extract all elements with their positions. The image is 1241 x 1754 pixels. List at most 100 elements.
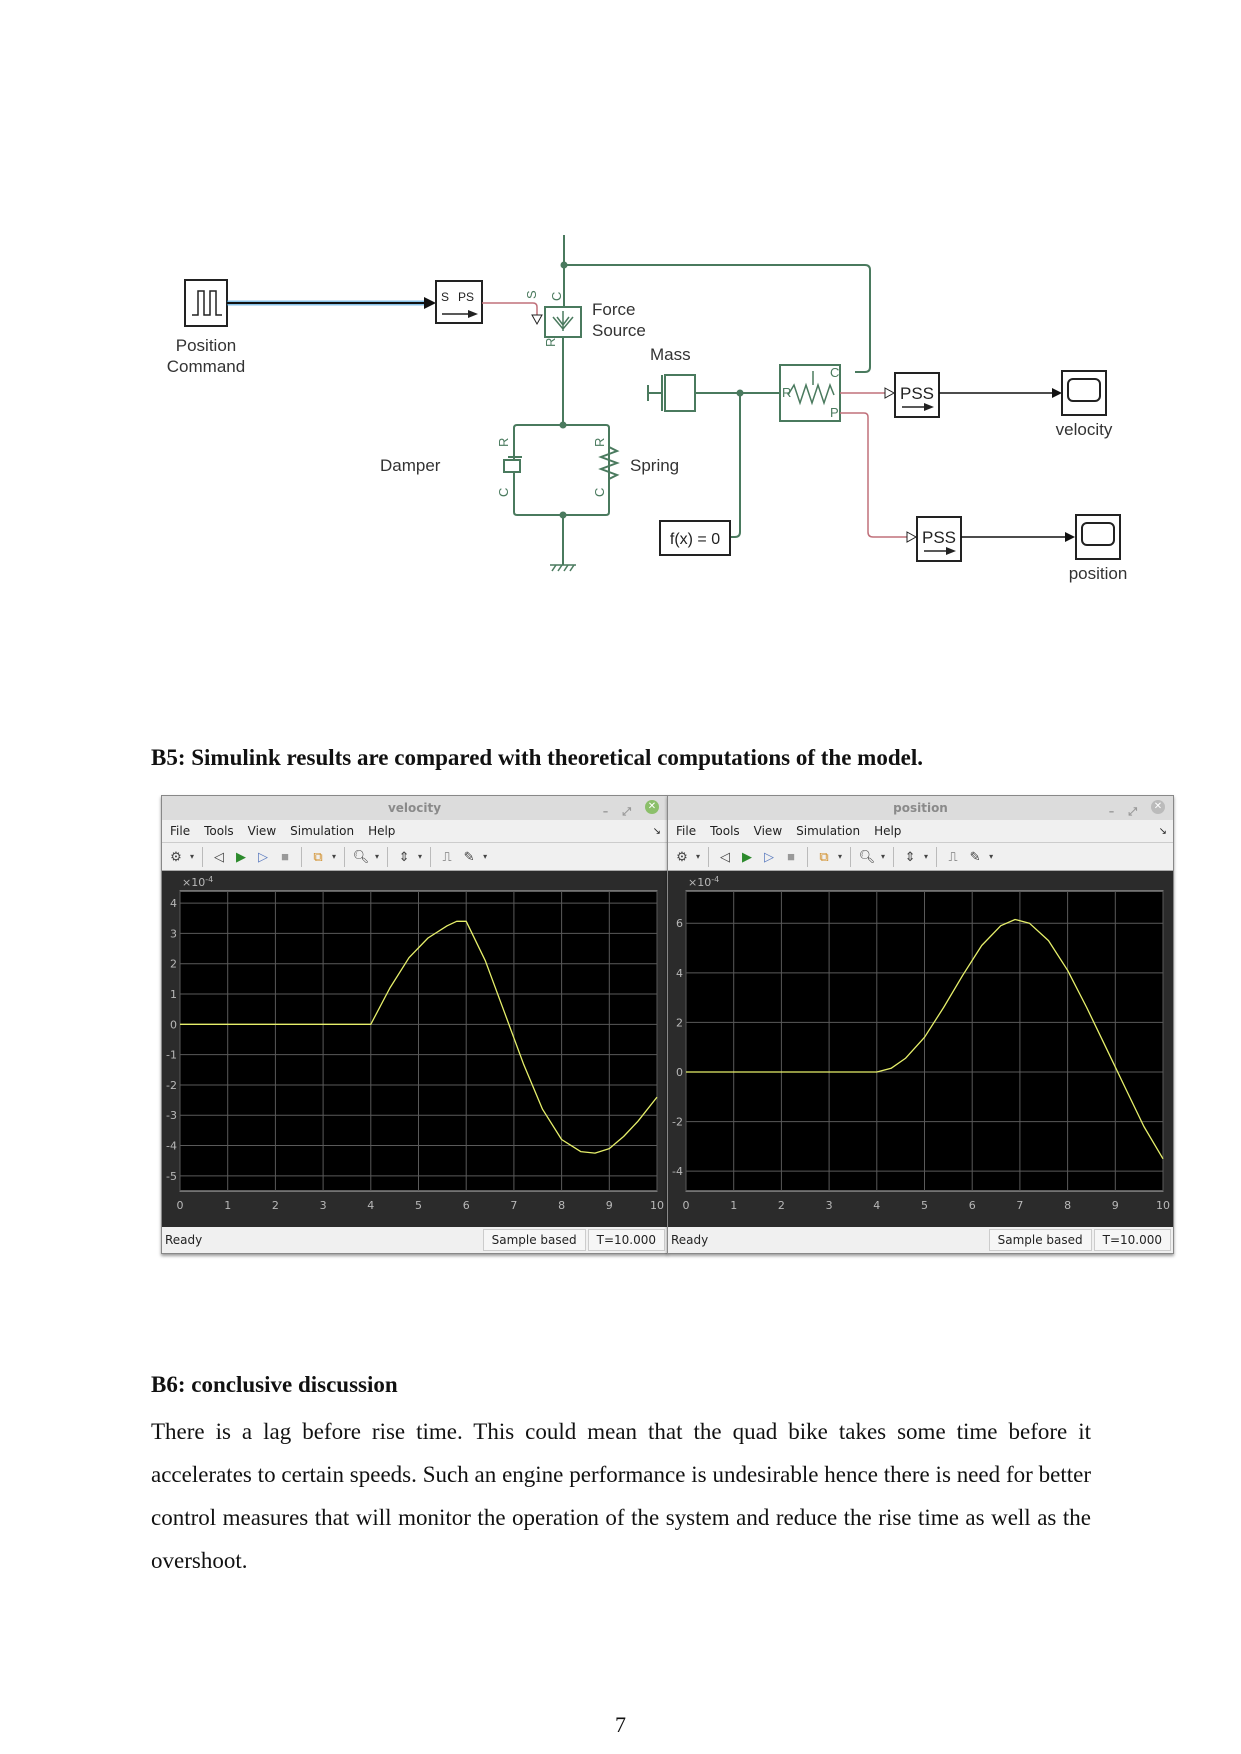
y-tick-label: 2	[676, 1016, 683, 1029]
dropdown-caret-icon[interactable]: ▾	[375, 852, 379, 861]
x-tick-label: 8	[1064, 1199, 1071, 1212]
toolbar-separator	[807, 846, 809, 867]
position-scope-label: position	[1069, 564, 1128, 583]
menu-help[interactable]: Help	[874, 824, 901, 838]
x-tick-label: 10	[650, 1199, 664, 1212]
close-button[interactable]: ✕	[1151, 800, 1165, 814]
stop-icon[interactable]: ■	[277, 849, 293, 865]
position-scope-block[interactable]	[1075, 514, 1121, 560]
undock-icon[interactable]: ↘	[653, 826, 661, 837]
force-source-block[interactable]	[544, 306, 582, 338]
autoscale-icon[interactable]: ⇕	[902, 849, 918, 865]
y-tick-label: -4	[166, 1140, 177, 1153]
status-time: T=10.000	[1093, 1229, 1171, 1251]
x-tick-label: 6	[463, 1199, 470, 1212]
x-tick-label: 4	[367, 1199, 374, 1212]
menu-simulation[interactable]: Simulation	[290, 824, 354, 838]
menu-file[interactable]: File	[170, 824, 190, 838]
damper-block[interactable]	[503, 456, 522, 473]
velocity-chart[interactable]: ×10-4 0 1 2 3 4 5 6 7 8 9 10 -5 -4 -3 -2 -1 0 1 2 3 4	[162, 871, 667, 1225]
menu-view[interactable]: View	[754, 824, 782, 838]
ps-signal-line[interactable]	[840, 412, 910, 538]
position-command-label-2: Command	[167, 357, 245, 376]
motion-sensor-block[interactable]: R C P	[779, 364, 841, 422]
damper-label: Damper	[380, 456, 441, 475]
y-tick-label: -5	[166, 1170, 177, 1183]
step-back-icon[interactable]: ◁	[717, 849, 733, 865]
undock-icon[interactable]: ↘	[1159, 826, 1167, 837]
run-icon[interactable]: ▶	[233, 849, 249, 865]
highlight-block-icon[interactable]: ⧉	[310, 849, 326, 865]
dropdown-caret-icon[interactable]: ▾	[881, 852, 885, 861]
step-forward-icon[interactable]: ▷	[761, 849, 777, 865]
stop-icon[interactable]: ■	[783, 849, 799, 865]
close-button[interactable]: ✕	[645, 800, 659, 814]
ps-simulink-converter-2[interactable]: PSS	[916, 516, 962, 562]
settings-gear-icon[interactable]: ⚙	[168, 849, 184, 865]
menu-simulation[interactable]: Simulation	[796, 824, 860, 838]
port-triangle-icon	[884, 387, 896, 399]
window-title: velocity	[387, 801, 442, 815]
dropdown-caret-icon[interactable]: ▾	[332, 852, 336, 861]
menu-tools[interactable]: Tools	[710, 824, 740, 838]
measurements-icon[interactable]: ✎	[461, 849, 477, 865]
x-tick-label: 2	[272, 1199, 279, 1212]
toolbar-separator	[387, 846, 389, 867]
s-ps-converter-block[interactable]: S PS	[435, 280, 483, 324]
window-titlebar[interactable]: velocity – ⤢ ✕	[162, 796, 667, 820]
x-tick-label: 10	[1156, 1199, 1170, 1212]
position-command-label-1: Position	[176, 336, 236, 355]
dropdown-caret-icon[interactable]: ▾	[418, 852, 422, 861]
status-ready: Ready	[165, 1233, 203, 1247]
arrowhead-icon	[1052, 388, 1062, 398]
spring-label: Spring	[630, 456, 679, 475]
velocity-scope-label: velocity	[1056, 420, 1113, 439]
zoom-in-icon[interactable]: 🔍︎	[353, 849, 370, 865]
autoscale-icon[interactable]: ⇕	[396, 849, 412, 865]
menu-tools[interactable]: Tools	[204, 824, 234, 838]
port-label-r: R	[543, 338, 558, 347]
triggers-icon[interactable]: ⎍	[439, 849, 455, 865]
damper-port-r: R	[496, 438, 511, 447]
s-ps-label-s: S	[441, 290, 449, 304]
mass-block[interactable]	[647, 374, 696, 412]
dropdown-caret-icon[interactable]: ▾	[924, 852, 928, 861]
dropdown-caret-icon[interactable]: ▾	[989, 852, 993, 861]
menu-view[interactable]: View	[248, 824, 276, 838]
physical-connection-to-solver[interactable]	[730, 393, 741, 538]
sensor-port-p: P	[830, 405, 839, 420]
status-bar: Ready Sample based T=10.000	[162, 1227, 667, 1253]
mechanical-reference-bottom-icon	[550, 564, 576, 572]
solver-configuration-block[interactable]: f(x) = 0	[659, 520, 731, 556]
damper-port-c: C	[496, 488, 511, 497]
settings-gear-icon[interactable]: ⚙	[674, 849, 690, 865]
ps-signal-line[interactable]	[482, 302, 538, 315]
arrowhead-icon	[1065, 532, 1075, 542]
y-tick-label: 6	[676, 917, 683, 930]
window-titlebar[interactable]: position – ⤢ ✕	[668, 796, 1173, 820]
zoom-in-icon[interactable]: 🔍︎	[859, 849, 876, 865]
menu-file[interactable]: File	[676, 824, 696, 838]
dropdown-caret-icon[interactable]: ▾	[838, 852, 842, 861]
triggers-icon[interactable]: ⎍	[945, 849, 961, 865]
dropdown-caret-icon[interactable]: ▾	[483, 852, 487, 861]
x-tick-label: 4	[873, 1199, 880, 1212]
menu-help[interactable]: Help	[368, 824, 395, 838]
section-b6-paragraph: There is a lag before rise time. This co…	[151, 1419, 1091, 1573]
x-tick-label: 5	[415, 1199, 422, 1212]
position-chart[interactable]: ×10-4 0 1 2 3 4 5 6 7 8 9 10 -4 -2 0 2 4 6	[668, 871, 1173, 1225]
mass-label: Mass	[650, 345, 691, 364]
measurements-icon[interactable]: ✎	[967, 849, 983, 865]
ps-simulink-converter-1[interactable]: PSS	[894, 372, 940, 418]
menu-bar: File Tools View Simulation Help ↘	[668, 820, 1173, 843]
run-icon[interactable]: ▶	[739, 849, 755, 865]
dropdown-caret-icon[interactable]: ▾	[696, 852, 700, 861]
toolbar-separator	[708, 846, 710, 867]
step-back-icon[interactable]: ◁	[211, 849, 227, 865]
step-forward-icon[interactable]: ▷	[255, 849, 271, 865]
position-command-block[interactable]	[184, 279, 228, 327]
velocity-scope-block[interactable]	[1061, 370, 1107, 416]
dropdown-caret-icon[interactable]: ▾	[190, 852, 194, 861]
highlight-block-icon[interactable]: ⧉	[816, 849, 832, 865]
toolbar-separator	[893, 846, 895, 867]
